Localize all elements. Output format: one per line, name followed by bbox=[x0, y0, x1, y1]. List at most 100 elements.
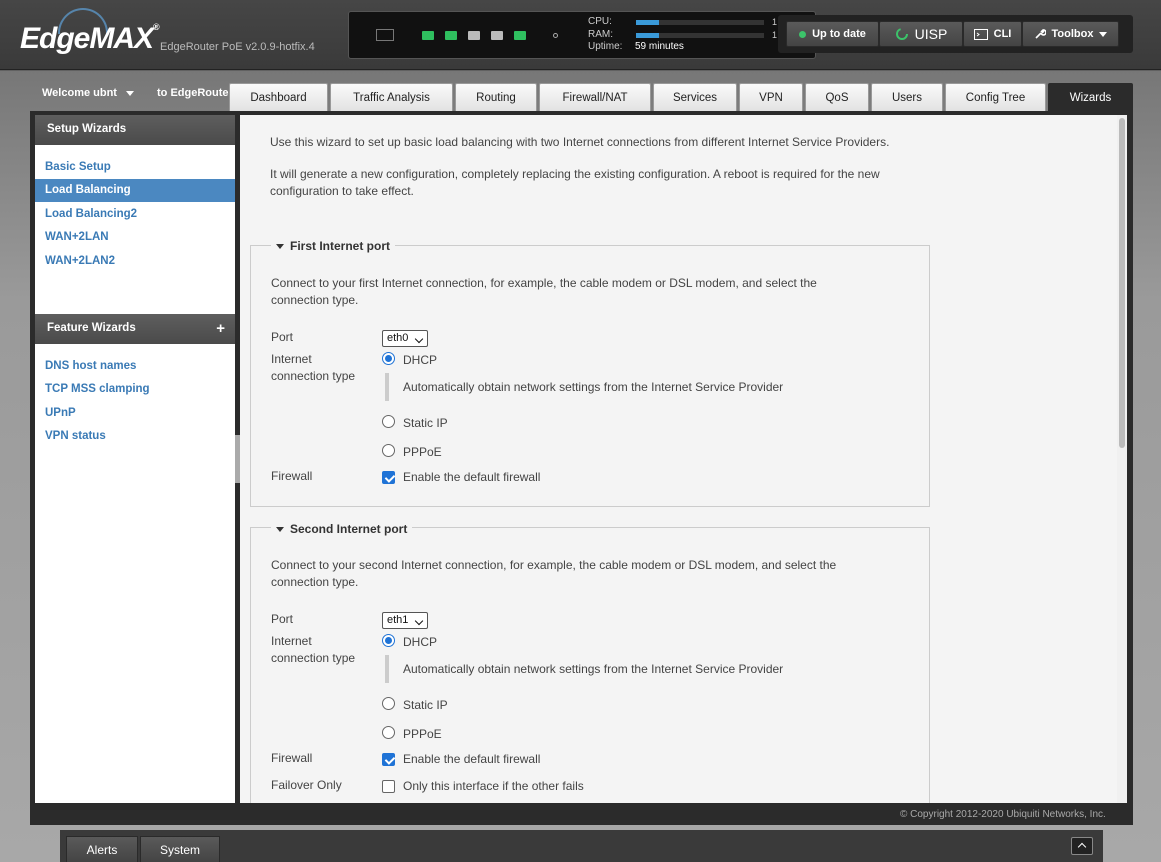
second-dhcp-hint-bar bbox=[385, 655, 389, 683]
first-port-title: First Internet port bbox=[290, 239, 391, 253]
header-button-group: Up to date UISP CLI Toolbox bbox=[778, 15, 1133, 53]
second-port-desc-1: Connect to your second Internet connecti… bbox=[271, 558, 837, 572]
cpu-bar-end: 1 bbox=[772, 17, 778, 27]
setup-wizards-header: Setup Wizards bbox=[35, 115, 235, 145]
first-port-desc-2: connection type. bbox=[271, 293, 359, 307]
tab-dashboard[interactable]: Dashboard bbox=[229, 83, 328, 111]
sidebar-item-load-balancing[interactable]: Load Balancing bbox=[35, 179, 235, 202]
port-eth3-icon[interactable] bbox=[491, 31, 503, 40]
cpu-label: CPU: bbox=[588, 16, 612, 27]
sidebar-item-load-balancing2[interactable]: Load Balancing2 bbox=[35, 203, 235, 226]
first-port-label: Port bbox=[271, 330, 294, 344]
ram-bar-fill bbox=[636, 33, 660, 38]
port-status-panel: CPU: 1 RAM: 1 Uptime: 59 minutes bbox=[348, 11, 816, 59]
first-port-desc-1: Connect to your first Internet connectio… bbox=[271, 276, 817, 290]
sidebar-item-dns-host-names[interactable]: DNS host names bbox=[35, 355, 235, 378]
second-dhcp-radio[interactable] bbox=[382, 634, 395, 647]
device-version: EdgeRouter PoE v2.0.9-hotfix.4 bbox=[160, 41, 315, 53]
tab-services[interactable]: Services bbox=[653, 83, 737, 111]
ram-bar bbox=[636, 33, 764, 38]
second-static-ip-label: Static IP bbox=[403, 698, 448, 712]
welcome-user-menu[interactable]: Welcome ubnt bbox=[42, 87, 135, 99]
first-pppoe-radio[interactable] bbox=[382, 444, 395, 457]
intro-text-2b: configuration to take effect. bbox=[270, 184, 414, 198]
tab-firewall-nat[interactable]: Firewall/NAT bbox=[539, 83, 651, 111]
second-dhcp-label: DHCP bbox=[403, 635, 438, 649]
feature-wizards-title: Feature Wizards bbox=[47, 322, 136, 334]
second-port-title: Second Internet port bbox=[290, 522, 408, 536]
reset-indicator-icon bbox=[553, 33, 558, 38]
add-feature-wizard-plus-icon[interactable]: + bbox=[216, 320, 225, 337]
intro-text-1: Use this wizard to set up basic load bal… bbox=[270, 135, 890, 149]
cli-button[interactable]: CLI bbox=[963, 21, 1022, 47]
port-eth1-icon[interactable] bbox=[445, 31, 457, 40]
tab-vpn[interactable]: VPN bbox=[739, 83, 803, 111]
uisp-button[interactable]: UISP bbox=[879, 21, 963, 47]
first-conn-type-label-1: Internet bbox=[271, 352, 312, 366]
second-port-select[interactable]: eth1 bbox=[382, 612, 428, 629]
second-pppoe-radio[interactable] bbox=[382, 726, 395, 739]
alerts-tab[interactable]: Alerts bbox=[66, 836, 138, 862]
failover-only-text: Only this interface if the other fails bbox=[403, 779, 584, 793]
logo-registered-mark: ® bbox=[153, 22, 160, 32]
second-port-legend[interactable]: Second Internet port bbox=[271, 522, 413, 536]
wrench-icon bbox=[1034, 29, 1046, 39]
sidebar-item-upnp[interactable]: UPnP bbox=[35, 402, 235, 425]
sidebar-item-wan-2lan2[interactable]: WAN+2LAN2 bbox=[35, 250, 235, 273]
sidebar-item-wan-2lan[interactable]: WAN+2LAN bbox=[35, 226, 235, 249]
tab-wizards[interactable]: Wizards bbox=[1048, 83, 1133, 111]
cpu-bar-fill bbox=[636, 20, 660, 25]
sidebar-item-tcp-mss-clamping[interactable]: TCP MSS clamping bbox=[35, 378, 235, 401]
first-firewall-checkbox[interactable] bbox=[382, 471, 395, 484]
uptime-value: 59 minutes bbox=[635, 41, 684, 52]
second-port-label: Port bbox=[271, 612, 294, 626]
second-firewall-checkbox[interactable] bbox=[382, 753, 395, 766]
first-static-ip-label: Static IP bbox=[403, 416, 448, 430]
logo-text: EdgeMAX bbox=[20, 22, 154, 55]
port-eth0-icon[interactable] bbox=[422, 31, 434, 40]
tab-routing[interactable]: Routing bbox=[455, 83, 537, 111]
cpu-bar bbox=[636, 20, 764, 25]
second-dhcp-hint: Automatically obtain network settings fr… bbox=[403, 662, 784, 676]
toolbox-button[interactable]: Toolbox bbox=[1022, 21, 1119, 47]
tab-traffic-analysis[interactable]: Traffic Analysis bbox=[330, 83, 453, 111]
port-eth2-icon[interactable] bbox=[468, 31, 480, 40]
tab-users[interactable]: Users bbox=[871, 83, 943, 111]
chevron-down-icon bbox=[126, 91, 135, 96]
edgemax-logo: EdgeMAX® bbox=[20, 22, 160, 56]
sidebar-item-vpn-status[interactable]: VPN status bbox=[35, 425, 235, 448]
failover-only-checkbox[interactable] bbox=[382, 780, 395, 793]
tab-qos[interactable]: QoS bbox=[805, 83, 869, 111]
second-pppoe-label: PPPoE bbox=[403, 727, 442, 741]
first-dhcp-radio[interactable] bbox=[382, 352, 395, 365]
second-conn-type-label-1: Internet bbox=[271, 634, 312, 648]
welcome-label: Welcome ubnt bbox=[42, 87, 117, 99]
tab-config-tree[interactable]: Config Tree bbox=[945, 83, 1046, 111]
second-static-ip-radio[interactable] bbox=[382, 697, 395, 710]
sidebar-item-basic-setup[interactable]: Basic Setup bbox=[35, 156, 235, 179]
chevron-down-icon bbox=[1099, 31, 1108, 37]
first-dhcp-hint-bar bbox=[385, 373, 389, 401]
uptime-label: Uptime: bbox=[588, 41, 623, 52]
uisp-ring-icon bbox=[895, 28, 908, 40]
port-eth4-icon[interactable] bbox=[514, 31, 526, 40]
second-conn-type-label-2: connection type bbox=[271, 651, 356, 665]
first-firewall-label: Firewall bbox=[271, 469, 313, 483]
content-scrollbar-thumb[interactable] bbox=[1119, 118, 1125, 448]
first-port-legend[interactable]: First Internet port bbox=[271, 239, 396, 253]
first-dhcp-label: DHCP bbox=[403, 353, 438, 367]
expand-footer-chevron-up-icon[interactable] bbox=[1071, 837, 1093, 855]
first-dhcp-hint: Automatically obtain network settings fr… bbox=[403, 380, 784, 394]
first-port-select[interactable]: eth0 bbox=[382, 330, 428, 347]
wizard-sidebar: Setup Wizards Basic Setup Load Balancing… bbox=[35, 115, 235, 803]
toolbox-label: Toolbox bbox=[1051, 28, 1094, 40]
system-tab[interactable]: System bbox=[140, 836, 220, 862]
first-static-ip-radio[interactable] bbox=[382, 415, 395, 428]
wizard-content: Use this wizard to set up basic load bal… bbox=[240, 115, 1117, 803]
update-status-button[interactable]: Up to date bbox=[786, 21, 879, 47]
first-pppoe-label: PPPoE bbox=[403, 445, 442, 459]
feature-wizards-header[interactable]: Feature Wizards + bbox=[35, 314, 235, 344]
update-status-label: Up to date bbox=[812, 28, 866, 40]
second-firewall-label: Firewall bbox=[271, 751, 313, 765]
uisp-label: UISP bbox=[914, 26, 948, 42]
